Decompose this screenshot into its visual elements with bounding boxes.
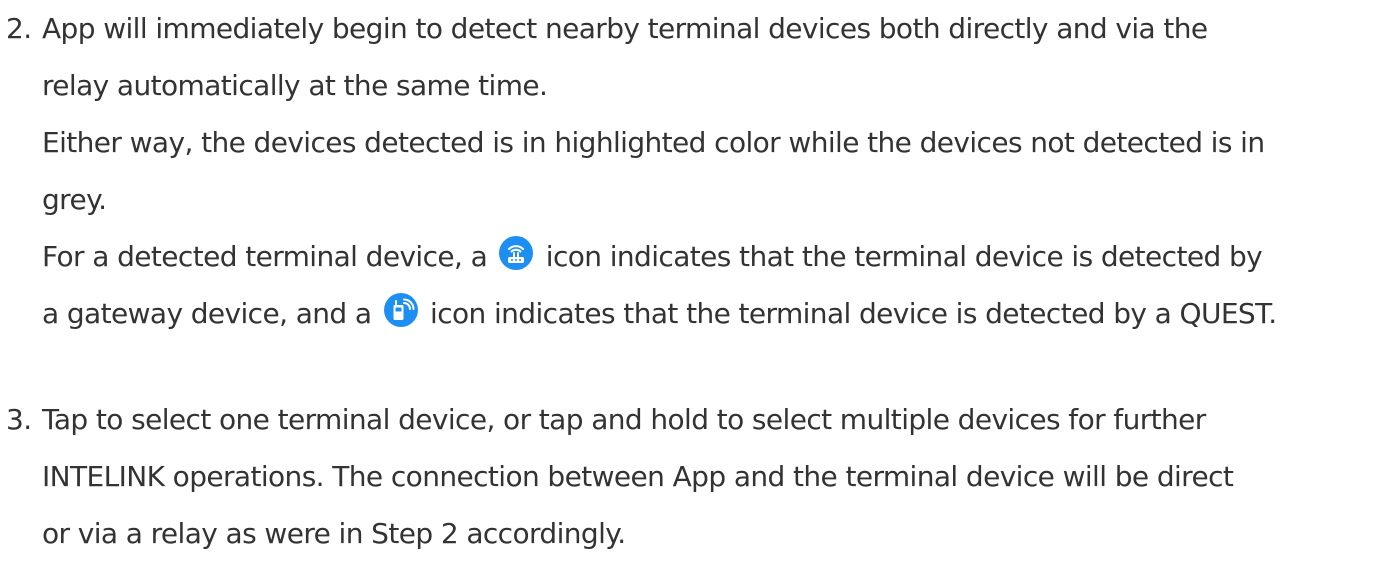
gateway-icon — [499, 236, 534, 270]
icon-explanation-line: a gateway device, and a icon indicates t… — [6, 285, 1387, 342]
step-number: 2. — [6, 12, 32, 45]
step-text-line: Either way, the devices detected is in h… — [42, 126, 1265, 159]
step-text-line: Tap to select one terminal device, or ta… — [42, 403, 1206, 436]
step-2-first-line: 2. App will immediately begin to detect n… — [6, 0, 1387, 57]
text-fragment: For a detected terminal device, a — [42, 240, 496, 273]
step-number: 3. — [6, 403, 32, 436]
step-text-line: INTELINK operations. The connection betw… — [42, 460, 1234, 493]
step-2-item: 2. App will immediately begin to detect n… — [6, 0, 1387, 342]
step-text-line: grey. — [42, 183, 107, 216]
text-fragment: icon indicates that the terminal device … — [537, 240, 1263, 273]
step-text-line: App will immediately begin to detect nea… — [42, 12, 1208, 45]
text-fragment: icon indicates that the terminal device … — [421, 297, 1277, 330]
step-3-first-line: 3. Tap to select one terminal device, or … — [6, 391, 1387, 448]
quest-icon — [383, 293, 418, 327]
document-body: 2. App will immediately begin to detect n… — [0, 0, 1393, 550]
text-fragment: a gateway device, and a — [42, 297, 380, 330]
icon-explanation-line: For a detected terminal device, a icon i… — [6, 228, 1387, 285]
step-3-item: 3. Tap to select one terminal device, or … — [6, 391, 1387, 562]
step-text-line: relay automatically at the same time. — [42, 69, 548, 102]
